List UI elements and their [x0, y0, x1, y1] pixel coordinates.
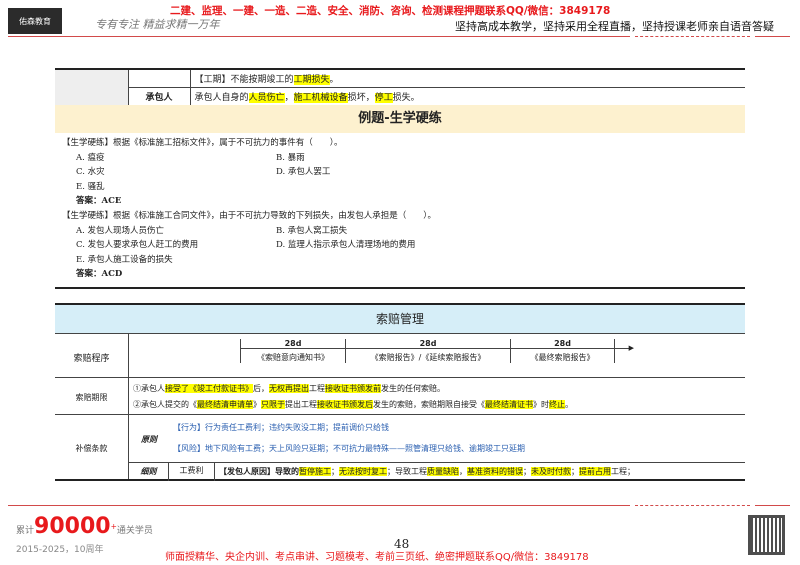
question-1: 【生学硬练】根据《标准施工招标文件》，属于不可抗力的事件有（ ）。 A. 瘟疫 B… — [62, 136, 462, 209]
claims-procedure: 索赔程序 28d 《索赔意向通知书》 28d 《索赔报告》/《延续索赔报告》 28d… — [55, 333, 745, 378]
claims-deadline: 索赔期限 ①承包人接受了《竣工付款证书》后，无权再提出工程接收证书颁发前发生的任… — [55, 378, 745, 415]
footer-divider — [8, 505, 630, 506]
label-contractor: 承包人 — [128, 87, 191, 105]
label-deadline: 索赔期限 — [75, 393, 108, 402]
timeline: 28d 《索赔意向通知书》 28d 《索赔报告》/《延续索赔报告》 28d 《最终索赔… — [240, 339, 634, 363]
claims-compensation: 补偿条款 原则 【行为】行为责任工费利；违约失败没工期；提前调价只给钱【风险】地… — [55, 415, 745, 481]
row-schedule: 【工期】不能按期竣工的工期损失。 — [194, 74, 339, 85]
principle-risk: 【风险】地下风险有工费；天上风险只延期；不可抗力最特殊——照管清理只给钱、逾期竣… — [173, 444, 525, 453]
header-dash — [635, 36, 750, 37]
arrow-icon: ▶ — [615, 339, 634, 352]
qr-code — [748, 515, 785, 555]
divider — [55, 287, 745, 289]
claims-title: 索赔管理 — [55, 303, 745, 333]
answer-1: 答案：ACE — [76, 196, 122, 206]
brand-logo: 佑森教育 — [8, 8, 62, 34]
top-promo: 二建、监理、一建、一造、二造、安全、消防、咨询、检测课程押题联系QQ/微信：38… — [170, 5, 611, 17]
row-contractor: 承包人自身的人员伤亡，施工机械设备损坏，停工损失。 — [194, 92, 420, 103]
example-title: 例题-生学硬练 — [55, 105, 745, 133]
table-loss: 【工期】不能按期竣工的工期损失。 承包人 承包人自身的人员伤亡，施工机械设备损坏… — [55, 68, 745, 106]
label-detail: 细则 — [129, 463, 169, 481]
slogan: 专有专注 精益求精一万年 — [95, 18, 220, 31]
question-2: 【生学硬练】根据《标准施工合同文件》，由于不可抗力导致的下列损失，由发包人承担是… — [62, 209, 462, 282]
answer-2: 答案：ACD — [76, 269, 123, 279]
footer-divider-end — [755, 505, 790, 506]
footer-dash — [635, 505, 750, 506]
header-divider — [8, 36, 630, 37]
detail-type: 工费利 — [169, 463, 215, 481]
years: 2015-2025，10周年 — [16, 545, 104, 555]
label-principle: 原则 — [141, 434, 157, 444]
principle-behavior: 【行为】行为责任工费利；违约失败没工期；提前调价只给钱 — [173, 423, 389, 432]
student-count: 累计90000+通关学员 — [16, 514, 153, 539]
header-motto: 坚持高成本教学，坚持采用全程直播，坚持授课老师亲自语音答疑 — [455, 20, 774, 33]
label-procedure: 索赔程序 — [73, 354, 110, 364]
footer-promo: 师面授精华、央企内训、考点串讲、习题模考、考前三页纸、绝密押题联系QQ/微信：3… — [165, 552, 589, 563]
header-divider-end — [755, 36, 790, 37]
label-compensation: 补偿条款 — [75, 444, 108, 453]
